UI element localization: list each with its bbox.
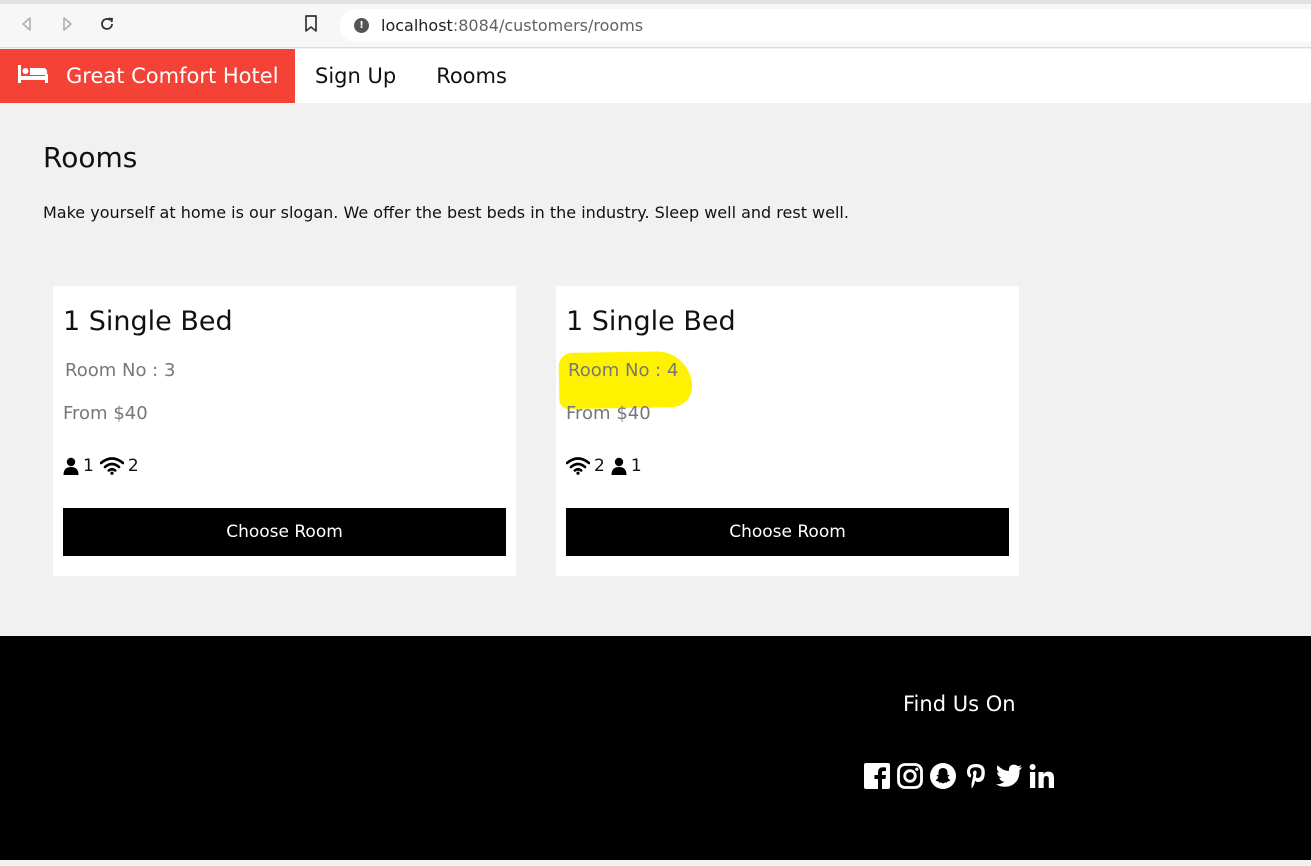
room-number: Room No : 4 xyxy=(568,360,679,381)
back-icon[interactable] xyxy=(16,13,38,35)
url-host: localhost xyxy=(381,16,453,35)
room-features: 2 1 xyxy=(566,456,648,476)
site-info-icon[interactable]: ! xyxy=(354,18,369,33)
feature-guests: 1 xyxy=(63,456,94,476)
twitter-icon[interactable] xyxy=(995,762,1023,790)
browser-toolbar: ! localhost:8084/customers/rooms xyxy=(0,0,1311,48)
room-title: 1 Single Bed xyxy=(566,306,736,337)
linkedin-icon[interactable] xyxy=(1028,762,1056,790)
room-card: 1 Single Bed Room No : 3 From $40 1 2 Ch… xyxy=(53,286,516,576)
forward-icon[interactable] xyxy=(56,13,78,35)
facebook-icon[interactable] xyxy=(863,762,891,790)
bed-icon xyxy=(18,65,66,87)
social-links xyxy=(863,762,1061,790)
room-card: 1 Single Bed Room No : 4 From $40 2 1 Ch… xyxy=(556,286,1019,576)
feature-count: 2 xyxy=(127,456,139,476)
feature-count: 2 xyxy=(594,456,605,476)
pinterest-icon[interactable] xyxy=(962,762,990,790)
feature-guests: 1 xyxy=(611,456,642,476)
bookmark-icon[interactable] xyxy=(300,13,322,35)
choose-room-button[interactable]: Choose Room xyxy=(63,508,506,556)
brand-link[interactable]: Great Comfort Hotel xyxy=(0,49,295,103)
tab-strip xyxy=(0,0,1311,4)
url-text: localhost:8084/customers/rooms xyxy=(381,16,643,35)
snapchat-icon[interactable] xyxy=(929,762,957,790)
feature-wifi: 2 xyxy=(566,456,605,476)
user-icon xyxy=(63,457,79,475)
room-number: Room No : 3 xyxy=(65,360,176,381)
slogan-text: Make yourself at home is our slogan. We … xyxy=(43,203,849,222)
footer: Find Us On xyxy=(0,636,1311,860)
room-features: 1 2 xyxy=(63,456,145,476)
page-bottom-edge xyxy=(0,860,1311,866)
site-navbar: Great Comfort Hotel Sign Up Rooms xyxy=(0,49,1311,103)
wifi-icon xyxy=(566,457,590,475)
brand-label: Great Comfort Hotel xyxy=(66,64,279,88)
room-price: From $40 xyxy=(566,403,651,424)
feature-count: 1 xyxy=(83,456,94,476)
page-title: Rooms xyxy=(43,141,138,174)
instagram-icon[interactable] xyxy=(896,762,924,790)
nav-sign-up[interactable]: Sign Up xyxy=(295,49,416,103)
choose-room-button[interactable]: Choose Room xyxy=(566,508,1009,556)
address-bar[interactable]: ! localhost:8084/customers/rooms xyxy=(340,9,1311,42)
footer-title: Find Us On xyxy=(903,692,1016,716)
feature-count: 1 xyxy=(630,456,642,476)
nav-rooms[interactable]: Rooms xyxy=(416,49,527,103)
url-path: :8084/customers/rooms xyxy=(452,16,644,35)
feature-wifi: 2 xyxy=(99,456,139,476)
user-icon xyxy=(611,457,627,475)
room-title: 1 Single Bed xyxy=(63,306,233,337)
wifi-icon xyxy=(99,457,124,475)
reload-icon[interactable] xyxy=(96,13,118,35)
room-price: From $40 xyxy=(63,403,148,424)
